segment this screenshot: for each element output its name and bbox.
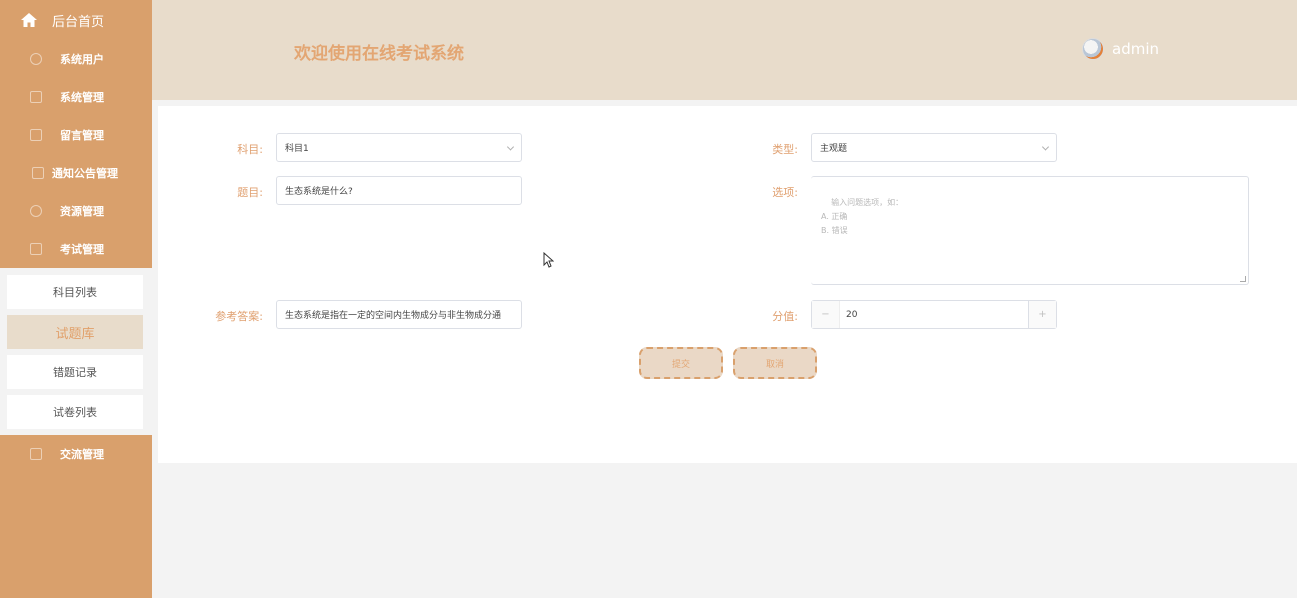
sidebar-item-label: 交流管理	[60, 448, 104, 461]
sidebar: 后台首页 系统用户 系统管理 留言管理 通知公告管理 资源管理 考试管理 科目列…	[0, 0, 152, 598]
options-textarea[interactable]: 输入问题选项，如： A. 正确 B. 错误	[811, 176, 1249, 285]
increment-button[interactable]: +	[1028, 301, 1056, 328]
username: admin	[1112, 40, 1159, 58]
edit-icon	[30, 91, 42, 103]
user-icon	[30, 205, 42, 217]
user-menu[interactable]: admin	[1082, 38, 1159, 60]
user-icon	[30, 53, 42, 65]
subject-select-value: 科目1	[285, 144, 309, 154]
answer-input[interactable]: 生态系统是指在一定的空间内生物成分与非生物成分通	[276, 300, 522, 329]
answer-input-value: 生态系统是指在一定的空间内生物成分与非生物成分通	[285, 311, 502, 321]
avatar	[1082, 38, 1104, 60]
sidebar-item-system-management[interactable]: 系统管理	[0, 78, 152, 116]
message-icon	[30, 129, 42, 141]
resize-handle-icon[interactable]	[1240, 276, 1246, 282]
sidebar-item-system-users[interactable]: 系统用户	[0, 40, 152, 78]
sidebar-item-label: 资源管理	[60, 205, 104, 218]
submenu-item-subject-list[interactable]: 科目列表	[7, 275, 143, 309]
subject-select[interactable]: 科目1	[276, 133, 522, 162]
score-stepper[interactable]: − 20 +	[811, 300, 1057, 329]
exam-icon	[30, 243, 42, 255]
decrement-button[interactable]: −	[812, 301, 840, 328]
exam-submenu: 科目列表 试题库 错题记录 试卷列表	[0, 268, 152, 435]
home-icon	[21, 13, 37, 27]
options-placeholder: 输入问题选项，如： A. 正确 B. 错误	[821, 198, 904, 235]
sidebar-home-label: 后台首页	[52, 14, 105, 30]
type-label: 类型:	[772, 143, 798, 156]
options-label: 选项:	[772, 186, 798, 199]
sidebar-item-label: 系统管理	[60, 91, 104, 104]
sidebar-item-message-management[interactable]: 留言管理	[0, 116, 152, 154]
sidebar-home[interactable]: 后台首页	[0, 0, 152, 40]
sidebar-item-label: 留言管理	[60, 129, 104, 142]
type-select[interactable]: 主观题	[811, 133, 1057, 162]
chevron-down-icon	[506, 142, 515, 151]
sidebar-item-exam-management[interactable]: 考试管理	[0, 230, 152, 268]
header: 欢迎使用在线考试系统 admin	[152, 0, 1297, 100]
page-title: 欢迎使用在线考试系统	[294, 44, 464, 64]
sidebar-item-label: 考试管理	[60, 243, 104, 256]
question-label: 题目:	[237, 186, 263, 199]
submenu-item-question-bank[interactable]: 试题库	[7, 315, 143, 349]
sidebar-item-communication-management[interactable]: 交流管理	[0, 435, 152, 473]
subject-label: 科目:	[237, 143, 263, 156]
mouse-cursor-icon	[543, 252, 554, 268]
score-value[interactable]: 20	[840, 301, 857, 328]
sidebar-item-label: 通知公告管理	[52, 167, 118, 180]
submenu-item-paper-list[interactable]: 试卷列表	[7, 395, 143, 429]
score-label: 分值:	[772, 310, 798, 323]
cancel-button[interactable]: 取消	[733, 347, 817, 379]
question-form: 科目: 科目1 类型: 主观题 题目: 生态系统是什么? 选项: 输入问题选项，…	[158, 106, 1297, 463]
question-input[interactable]: 生态系统是什么?	[276, 176, 522, 205]
submit-button[interactable]: 提交	[639, 347, 723, 379]
sidebar-item-resource-management[interactable]: 资源管理	[0, 192, 152, 230]
submenu-item-wrong-records[interactable]: 错题记录	[7, 355, 143, 389]
question-input-value: 生态系统是什么?	[285, 187, 353, 197]
sidebar-item-notice-management[interactable]: 通知公告管理	[0, 154, 152, 192]
chat-icon	[30, 448, 42, 460]
edit-icon	[32, 167, 44, 179]
sidebar-item-label: 系统用户	[60, 53, 104, 66]
type-select-value: 主观题	[820, 144, 848, 154]
chevron-down-icon	[1041, 142, 1050, 151]
answer-label: 参考答案:	[215, 310, 263, 323]
